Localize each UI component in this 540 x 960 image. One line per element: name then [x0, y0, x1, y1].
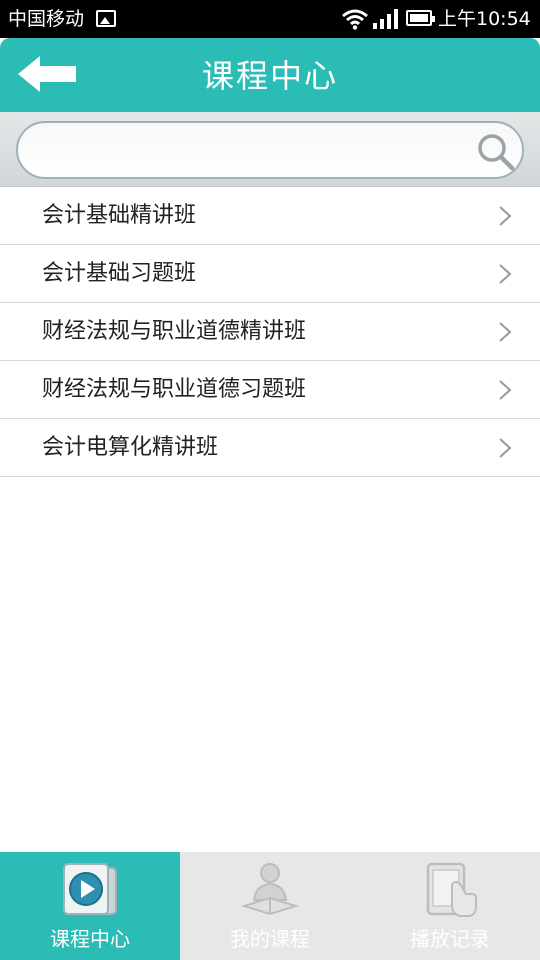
signal-strength-icon: [373, 9, 398, 29]
tab-course-center[interactable]: 课程中心: [0, 852, 180, 960]
tab-label: 我的课程: [230, 927, 310, 951]
tab-label: 课程中心: [50, 927, 130, 951]
search-field[interactable]: [16, 121, 524, 179]
wifi-icon: [342, 9, 368, 30]
course-label: 财经法规与职业道德精讲班: [42, 319, 307, 344]
tab-play-history[interactable]: 播放记录: [360, 852, 540, 960]
chevron-right-icon: [499, 380, 512, 400]
course-label: 财经法规与职业道德习题班: [42, 377, 307, 402]
list-item-course[interactable]: 财经法规与职业道德精讲班: [0, 303, 540, 361]
status-bar: 中国移动 上午10:54: [0, 0, 540, 38]
course-label: 会计基础习题班: [42, 261, 197, 286]
reading-person-icon: [240, 863, 300, 916]
battery-icon: [406, 10, 435, 26]
list-item-course[interactable]: 会计基础精讲班: [0, 187, 540, 245]
tab-my-courses[interactable]: 我的课程: [180, 852, 360, 960]
clock: 上午10:54: [438, 8, 531, 30]
chevron-right-icon: [499, 322, 512, 342]
search-bar: [0, 112, 540, 187]
search-icon[interactable]: [474, 131, 516, 171]
tab-label: 播放记录: [410, 927, 490, 951]
course-list: 会计基础精讲班 会计基础习题班 财经法规与职业道德精讲班 财经法规与职业道德习题…: [0, 187, 540, 477]
course-label: 会计电算化精讲班: [42, 435, 219, 460]
list-item-course[interactable]: 会计电算化精讲班: [0, 419, 540, 477]
list-item-course[interactable]: 财经法规与职业道德习题班: [0, 361, 540, 419]
search-input[interactable]: [36, 131, 466, 171]
bottom-tab-bar: 课程中心 我的课程 播放记录: [0, 852, 540, 960]
list-item-course[interactable]: 会计基础习题班: [0, 245, 540, 303]
course-label: 会计基础精讲班: [42, 203, 197, 228]
image-notification-icon: [96, 10, 116, 27]
chevron-right-icon: [499, 438, 512, 458]
tablet-touch-icon: [426, 862, 477, 917]
header-bar: 课程中心: [0, 38, 540, 112]
play-video-icon: [63, 863, 117, 915]
carrier-name: 中国移动: [8, 8, 85, 30]
page-title: 课程中心: [201, 57, 338, 95]
chevron-right-icon: [499, 206, 512, 226]
chevron-right-icon: [499, 264, 512, 284]
